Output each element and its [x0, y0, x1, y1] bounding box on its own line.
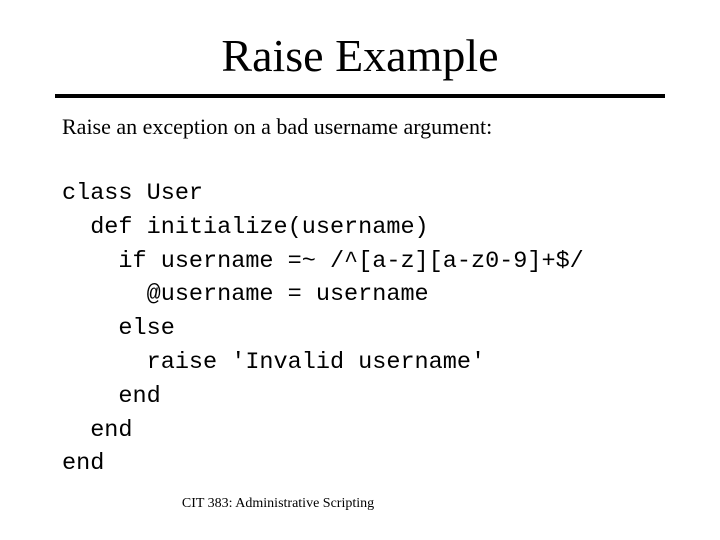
title-divider	[55, 94, 665, 98]
slide-title: Raise Example	[221, 30, 499, 81]
code-line: end	[62, 382, 161, 410]
code-line: raise 'Invalid username'	[62, 348, 486, 376]
code-line: class User	[62, 180, 204, 207]
intro-text: Raise an exception on a bad username arg…	[62, 114, 493, 139]
code-line: @username = username	[62, 281, 429, 309]
code-line: end	[62, 450, 105, 478]
code-block: class User def initialize(username) if u…	[62, 177, 584, 481]
slide-footer: CIT 383: Administrative Scripting	[181, 496, 375, 511]
code-line: def initialize(username)	[62, 213, 429, 241]
code-line: else	[62, 315, 175, 343]
code-line: if username =~ /^[a-z][a-z0-9]+$/	[62, 247, 584, 275]
code-line: end	[62, 416, 133, 444]
